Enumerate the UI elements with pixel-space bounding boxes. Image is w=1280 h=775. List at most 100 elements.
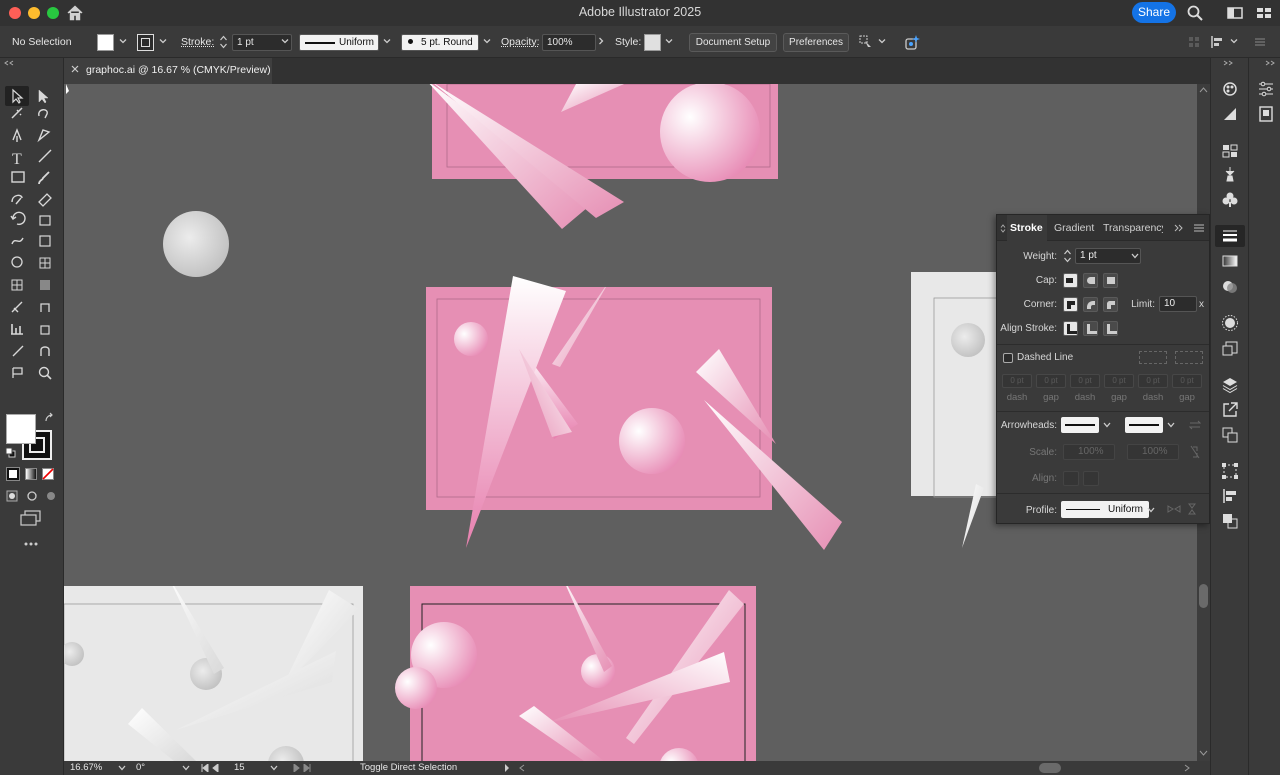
width-tool[interactable]	[4, 240, 26, 260]
horizontal-scroll-thumb[interactable]	[1039, 763, 1061, 773]
libraries-icon[interactable]	[1257, 105, 1275, 123]
stroke-label[interactable]: Stroke:	[181, 26, 214, 58]
chevron-down-icon[interactable]	[182, 765, 190, 771]
graphic-style-swatch[interactable]	[644, 34, 661, 51]
fill-swatch[interactable]	[97, 34, 114, 51]
chevron-down-icon[interactable]	[1131, 253, 1139, 259]
artboard-number[interactable]: 15	[234, 761, 245, 775]
round-cap-button[interactable]	[1083, 273, 1098, 288]
default-colors-icon[interactable]	[5, 447, 16, 458]
selection-tool[interactable]	[4, 86, 26, 106]
mesh-tool[interactable]	[4, 284, 26, 304]
flip-along-icon[interactable]	[1167, 504, 1181, 514]
tab-transparency[interactable]: Transparency	[1103, 215, 1163, 241]
align-inside-button[interactable]	[1083, 321, 1098, 336]
panel-options-toggle-icon[interactable]	[1000, 224, 1006, 233]
chevron-down-icon[interactable]	[1167, 422, 1175, 428]
layers-icon[interactable]	[1221, 376, 1239, 394]
gap-field-3[interactable]: 0 pt	[1172, 374, 1202, 388]
swap-fill-stroke-icon[interactable]	[43, 412, 55, 424]
stepper-icon[interactable]	[1063, 248, 1072, 264]
chevron-down-icon[interactable]	[118, 765, 126, 771]
appearance-icon[interactable]	[1221, 314, 1239, 332]
preferences-button[interactable]: Preferences	[783, 33, 849, 52]
profile-dropdown[interactable]: Uniform	[1061, 501, 1149, 518]
chevron-right-icon[interactable]	[597, 37, 605, 45]
workspace-layout-icon[interactable]	[1226, 4, 1244, 22]
pen-tool[interactable]	[4, 130, 26, 150]
gap-field-1[interactable]: 0 pt	[1036, 374, 1066, 388]
column-graph-tool[interactable]	[32, 328, 54, 348]
collapse-icon[interactable]	[1223, 60, 1233, 66]
chevron-down-icon[interactable]	[1230, 37, 1238, 45]
export-asset-icon[interactable]	[1221, 401, 1239, 419]
color-mode-icon[interactable]	[6, 467, 20, 481]
draw-mode-icons[interactable]	[6, 489, 56, 503]
chevron-down-icon[interactable]	[1147, 507, 1155, 513]
paintbrush-tool[interactable]	[32, 174, 54, 194]
end-arrowhead-dropdown[interactable]	[1125, 417, 1163, 433]
chevron-down-icon[interactable]	[281, 37, 289, 45]
shape-builder-tool[interactable]	[4, 262, 26, 282]
color-guide-icon[interactable]	[1221, 80, 1239, 98]
stroke-swatch[interactable]	[137, 34, 154, 51]
status-menu-icon[interactable]	[504, 764, 510, 772]
scroll-left-icon[interactable]	[519, 764, 525, 772]
round-join-button[interactable]	[1083, 297, 1098, 312]
gradient-icon[interactable]	[1221, 252, 1239, 270]
opacity-label[interactable]: Opacity:	[501, 26, 540, 58]
type-tool[interactable]	[4, 152, 26, 172]
scroll-right-icon[interactable]	[1184, 764, 1190, 772]
panel-menu-icon[interactable]	[1194, 224, 1204, 232]
close-icon[interactable]	[70, 64, 80, 74]
scroll-up-icon[interactable]	[1199, 87, 1208, 93]
arrow-tip-at-end-button[interactable]	[1083, 471, 1099, 486]
brushes-icon[interactable]	[1221, 165, 1239, 183]
document-tab[interactable]: graphoc.ai @ 16.67 % (CMYK/Preview)	[64, 58, 272, 84]
swatches-icon[interactable]	[1221, 142, 1239, 160]
rectangle-tool[interactable]	[4, 174, 26, 194]
scroll-thumb[interactable]	[1199, 584, 1208, 608]
transparency-icon[interactable]	[1221, 278, 1239, 296]
perspective-grid-tool[interactable]	[32, 262, 54, 282]
eyedropper-tool[interactable]	[4, 306, 26, 326]
dash-field-1[interactable]: 0 pt	[1002, 374, 1032, 388]
limit-field[interactable]: 10	[1159, 296, 1197, 312]
pathfinder-icon[interactable]	[1221, 512, 1239, 530]
dash-field-2[interactable]: 0 pt	[1070, 374, 1100, 388]
projecting-cap-button[interactable]	[1103, 273, 1118, 288]
image-trace-icon[interactable]	[1221, 105, 1239, 123]
curvature-tool[interactable]	[32, 130, 54, 150]
scale-tool[interactable]	[32, 218, 54, 238]
search-icon[interactable]	[1186, 4, 1204, 22]
hand-tool[interactable]	[4, 372, 26, 392]
arrow-tip-beyond-button[interactable]	[1063, 471, 1079, 486]
end-scale-field[interactable]: 100%	[1127, 444, 1179, 460]
swap-arrowheads-icon[interactable]	[1189, 420, 1201, 430]
arrange-documents-icon[interactable]	[1255, 4, 1273, 22]
stepper-icon[interactable]	[219, 34, 228, 50]
chevron-down-icon[interactable]	[119, 37, 127, 45]
slice-tool[interactable]	[32, 350, 54, 370]
bevel-join-button[interactable]	[1103, 297, 1118, 312]
miter-join-button[interactable]	[1063, 297, 1078, 312]
fill-color-box[interactable]	[6, 414, 36, 444]
tab-gradient[interactable]: Gradient	[1054, 215, 1098, 241]
next-last-artboard-icon[interactable]	[290, 764, 312, 772]
share-button[interactable]: Share	[1132, 2, 1176, 23]
artboards-icon[interactable]	[1221, 426, 1239, 444]
zoom-tool[interactable]	[32, 372, 54, 392]
transform-panel-icon[interactable]	[1221, 462, 1239, 480]
flip-across-icon[interactable]	[1187, 503, 1197, 515]
transform-icon[interactable]	[1210, 35, 1226, 49]
magic-wand-tool[interactable]	[4, 108, 26, 128]
direct-selection-tool[interactable]	[32, 86, 54, 106]
chevron-down-icon[interactable]	[383, 37, 391, 45]
gradient-mode-icon[interactable]	[25, 468, 37, 480]
start-scale-field[interactable]: 100%	[1063, 444, 1115, 460]
control-bar-menu-icon[interactable]	[1254, 36, 1266, 48]
tab-stroke[interactable]: Stroke	[1007, 215, 1047, 241]
rotate-tool[interactable]	[4, 218, 26, 238]
select-similar-icon[interactable]	[858, 34, 874, 50]
align-icon[interactable]	[1188, 36, 1200, 48]
